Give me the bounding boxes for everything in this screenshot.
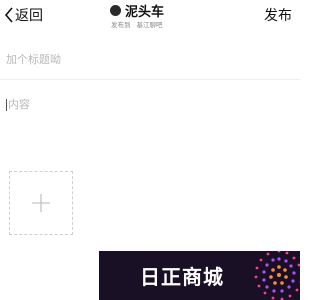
page-title: 泥头车 — [125, 3, 165, 19]
watermark-text: 日正商城 — [140, 267, 224, 289]
back-button[interactable]: 返回 — [4, 5, 43, 25]
avatar — [110, 4, 121, 16]
publish-target-name: 基江聊吧 — [136, 22, 163, 29]
dot-burst-icon — [254, 251, 300, 300]
post-editor-page: 返回 泥头车 发布到 基江聊吧 发布 加个标题呦 内容 日正商城 — [0, 0, 300, 300]
watermark-logo: 日正商城 — [99, 251, 300, 300]
publish-button[interactable]: 发布 — [264, 5, 292, 25]
chevron-left-icon — [4, 7, 13, 23]
back-label: 返回 — [15, 7, 43, 23]
content-placeholder: 内容 — [8, 99, 30, 111]
publish-target-prefix: 发布到 — [111, 22, 131, 29]
add-image-button[interactable] — [9, 171, 73, 235]
top-bar: 返回 泥头车 发布到 基江聊吧 发布 — [0, 0, 300, 36]
post-title-block: 泥头车 发布到 基江聊吧 — [110, 2, 200, 29]
divider — [0, 79, 300, 80]
title-input[interactable]: 加个标题呦 — [6, 50, 294, 70]
publish-target[interactable]: 发布到 基江聊吧 — [110, 19, 200, 29]
text-cursor — [6, 99, 7, 111]
plus-icon — [32, 194, 50, 212]
content-input[interactable]: 内容 — [6, 95, 294, 115]
